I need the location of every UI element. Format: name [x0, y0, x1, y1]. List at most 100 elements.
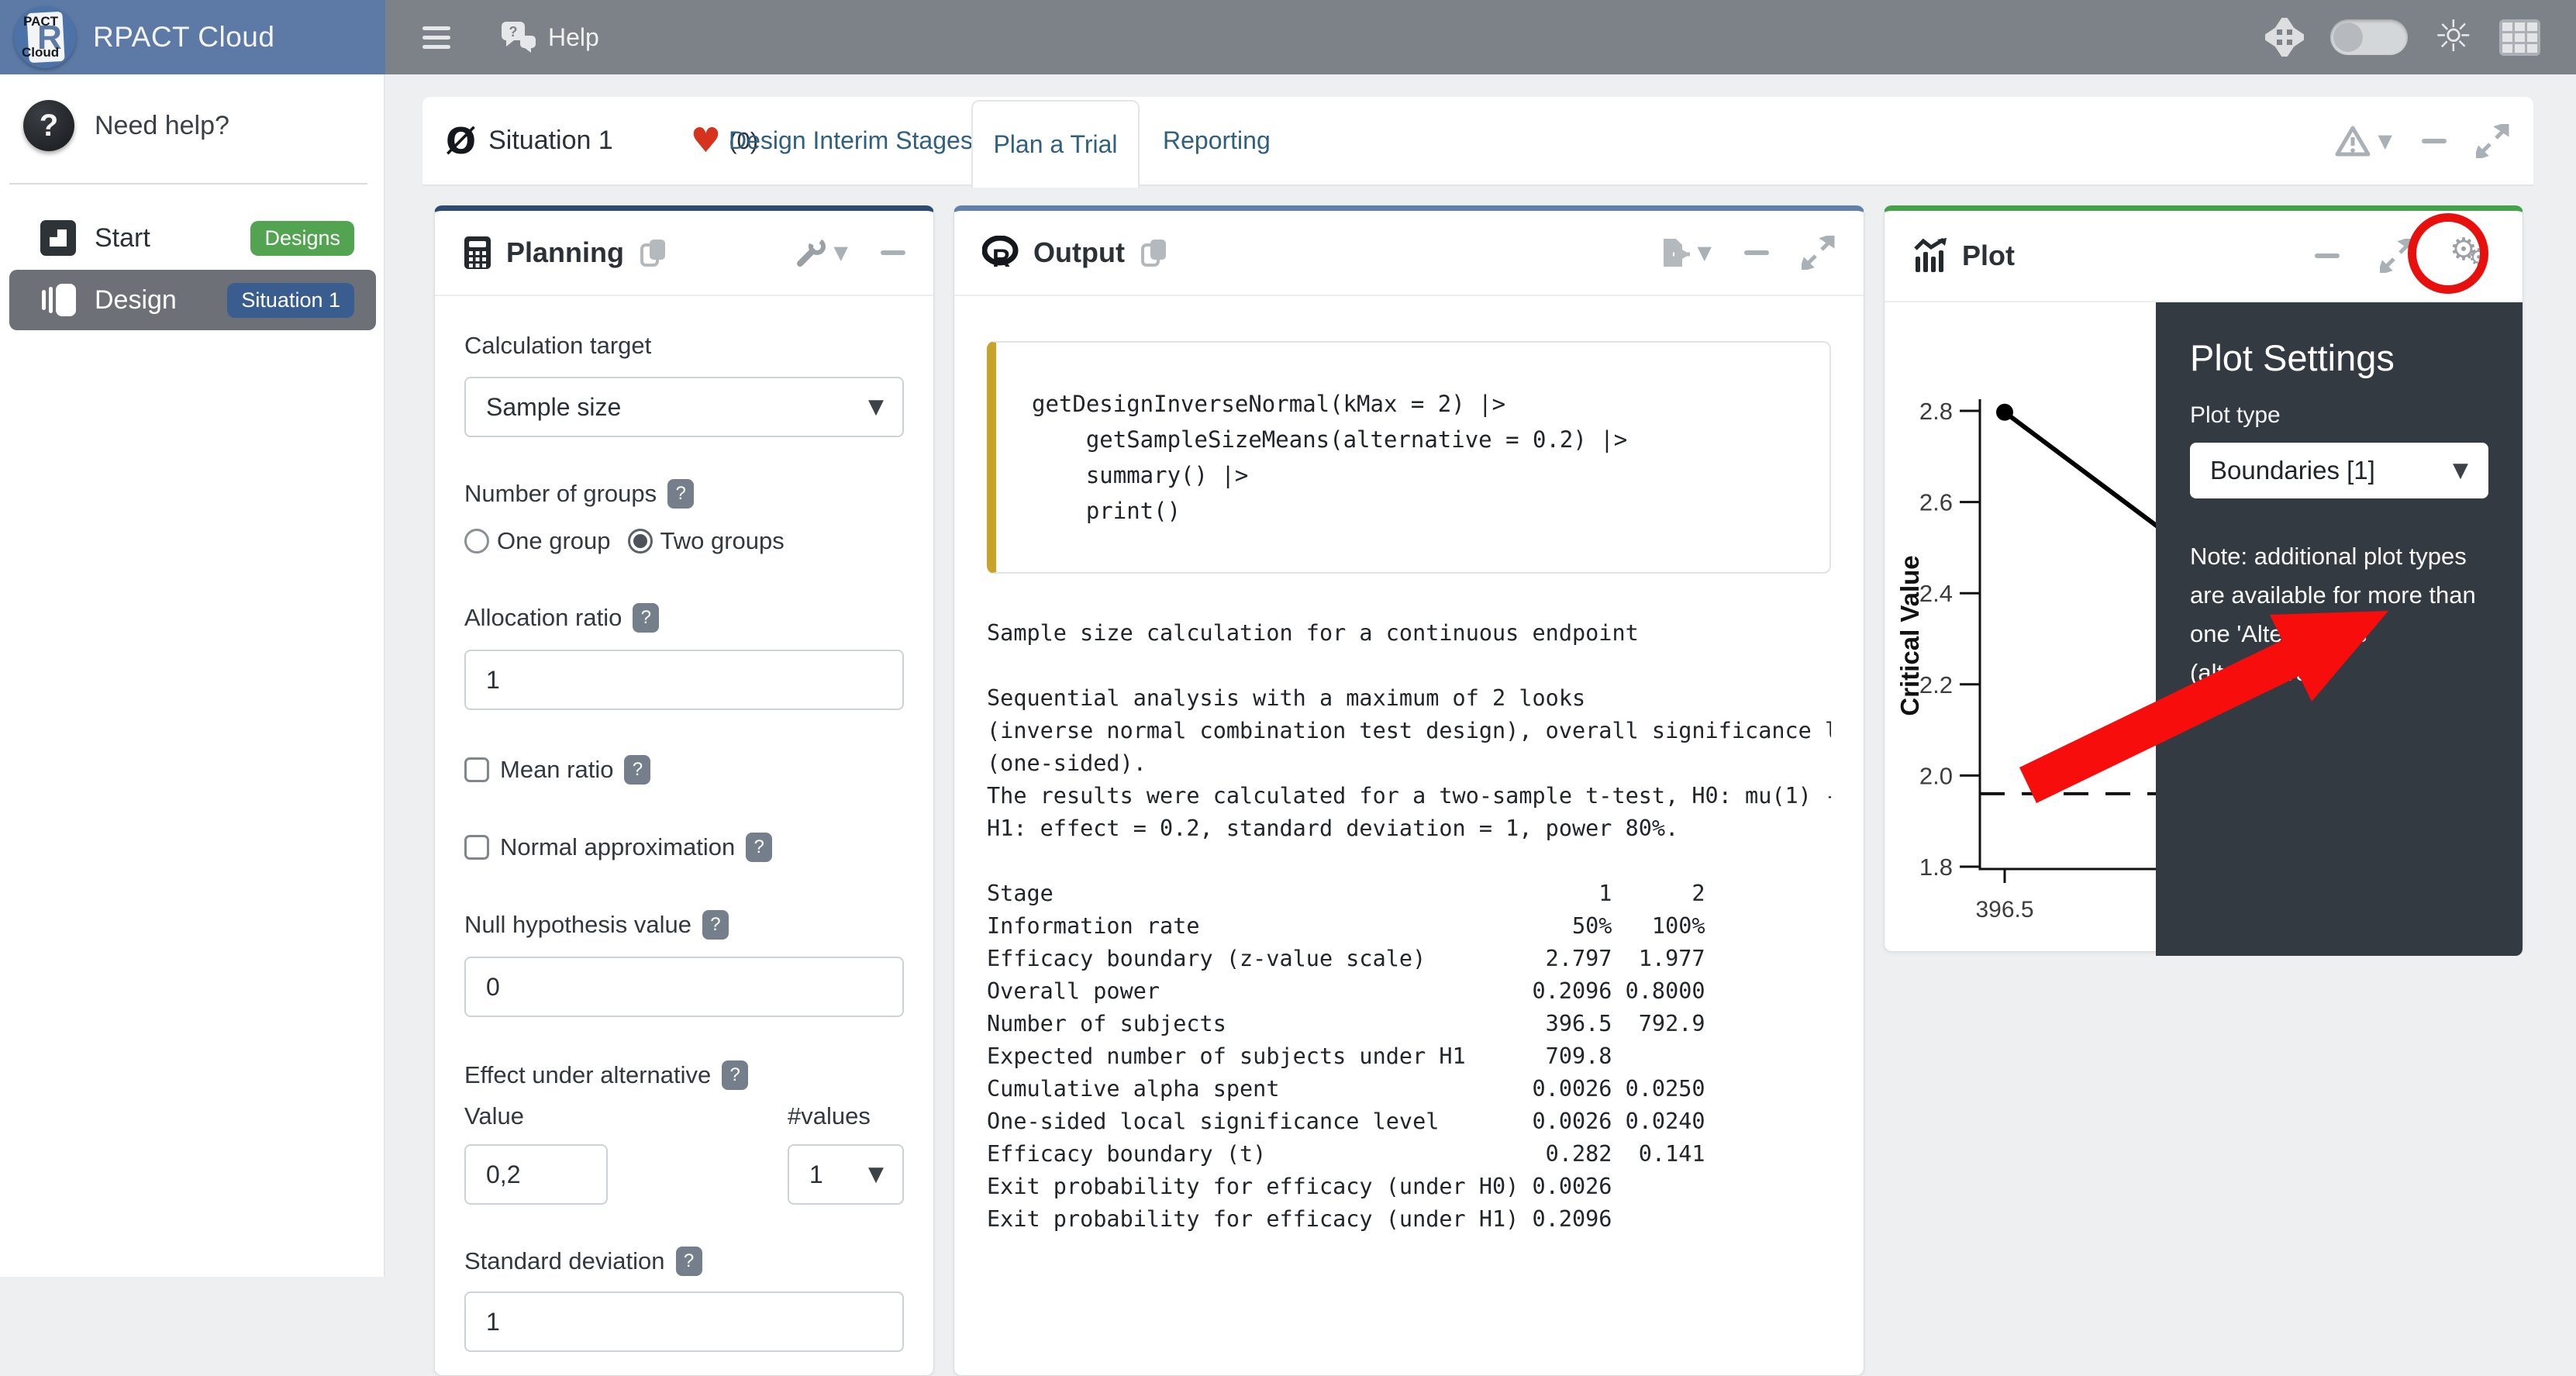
- standard-deviation-label: Standard deviation ?: [464, 1247, 904, 1276]
- sidebar-divider: [9, 183, 367, 185]
- svg-text:2.8: 2.8: [1919, 398, 1953, 425]
- help-button[interactable]: ? Help: [498, 19, 599, 56]
- planning-title: Planning: [506, 236, 624, 269]
- num-values-select[interactable]: 1 ▼: [788, 1144, 904, 1205]
- tab-plan-a-trial[interactable]: Plan a Trial: [971, 100, 1140, 188]
- hamburger-menu-icon[interactable]: [422, 21, 450, 54]
- plot-settings-title: Plot Settings: [2190, 336, 2488, 379]
- grid-layout-icon[interactable]: [2499, 19, 2540, 56]
- tools-dropdown[interactable]: ▼: [795, 237, 848, 268]
- warnings-dropdown[interactable]: ▼: [2335, 125, 2392, 157]
- allocation-ratio-input[interactable]: [464, 650, 904, 710]
- fullscreen-arrows-icon[interactable]: [2265, 18, 2304, 57]
- sidebar-item-start[interactable]: Start Designs: [9, 208, 376, 268]
- brightness-gear-icon[interactable]: ☼: [2434, 16, 2473, 59]
- help-badge[interactable]: ?: [633, 603, 659, 633]
- design-icon: [40, 282, 76, 318]
- null-hypothesis-label: Null hypothesis value ?: [464, 910, 904, 940]
- caret-down-icon: ▼: [1698, 242, 1712, 264]
- gear-icon: ⚙: [2468, 244, 2489, 271]
- plot-header: Plot ⚙ ⚙: [1885, 211, 2523, 302]
- calculator-icon: [463, 235, 492, 271]
- theme-toggle[interactable]: [2330, 19, 2408, 55]
- svg-text:2.6: 2.6: [1919, 489, 1953, 516]
- output-expand-button[interactable]: [1802, 236, 1836, 270]
- wrench-icon: [795, 237, 826, 268]
- sidebar-header: R PACT Cloud RPACT Cloud: [0, 0, 385, 74]
- standard-deviation-input[interactable]: [464, 1292, 904, 1352]
- plot-type-label: Plot type: [2190, 402, 2488, 429]
- svg-text:2.4: 2.4: [1919, 580, 1953, 607]
- plot-settings-note: Note: additional plot types are availabl…: [2190, 537, 2492, 692]
- plot-card: Plot ⚙ ⚙ 2.82.62.42.22.01.8396.5Critical…: [1884, 205, 2523, 952]
- heart-icon[interactable]: ♥: [691, 124, 721, 158]
- page: R PACT Cloud RPACT Cloud ? Need help? St…: [0, 0, 2576, 1277]
- designs-badge: Designs: [250, 221, 354, 256]
- mean-ratio-label: Mean ratio ?: [500, 755, 650, 785]
- plot-settings-button[interactable]: ⚙ ⚙: [2450, 236, 2495, 275]
- chevron-down-icon: ▼: [868, 1163, 884, 1186]
- output-title: Output: [1033, 236, 1125, 269]
- help-badge[interactable]: ?: [702, 910, 729, 940]
- planning-form: Calculation target Sample size ▼ Number …: [435, 332, 933, 1352]
- caret-down-icon: ▼: [834, 242, 848, 264]
- number-of-groups-label: Number of groups ?: [464, 479, 904, 509]
- calculation-target-select[interactable]: Sample size ▼: [464, 377, 904, 437]
- minimize-button[interactable]: [2422, 139, 2447, 143]
- help-badge[interactable]: ?: [722, 1060, 748, 1090]
- copy-icon[interactable]: [1140, 237, 1168, 268]
- file-export-icon: [1659, 236, 1690, 270]
- planning-minimize-button[interactable]: [881, 250, 905, 255]
- radio-two-groups-label: Two groups: [660, 527, 785, 555]
- tab-reporting[interactable]: Reporting: [1163, 97, 1271, 185]
- effect-value-input[interactable]: [464, 1144, 608, 1205]
- output-card: R Output ▼: [953, 205, 1864, 1376]
- svg-text:2.0: 2.0: [1919, 762, 1953, 789]
- svg-text:R: R: [992, 244, 1010, 270]
- output-header: R Output ▼: [954, 211, 1864, 296]
- help-badge[interactable]: ?: [624, 755, 650, 785]
- help-label: Help: [548, 23, 599, 52]
- svg-text:2.2: 2.2: [1919, 671, 1953, 698]
- sidebar-item-label: Start: [95, 223, 250, 253]
- plot-expand-button[interactable]: [2380, 239, 2414, 273]
- help-badge[interactable]: ?: [746, 833, 772, 862]
- radio-two-groups[interactable]: [628, 529, 653, 554]
- mean-ratio-checkbox[interactable]: [464, 757, 489, 782]
- rpact-logo-icon[interactable]: R PACT Cloud: [14, 6, 76, 68]
- plot-type-select[interactable]: Boundaries [1] ▼: [2190, 443, 2488, 498]
- question-circle-icon: ?: [23, 100, 74, 151]
- toggle-knob: [2333, 22, 2363, 52]
- copy-icon[interactable]: [640, 237, 667, 268]
- export-dropdown[interactable]: ▼: [1659, 236, 1712, 270]
- situation-title: Situation 1: [488, 126, 613, 156]
- planning-header: Planning ▼: [435, 211, 933, 296]
- radio-one-group[interactable]: [464, 529, 489, 554]
- code-block: getDesignInverseNormal(kMax = 2) |> getS…: [987, 341, 1831, 574]
- chevron-down-icon: ▼: [2453, 459, 2468, 482]
- normal-approximation-checkbox[interactable]: [464, 835, 489, 860]
- logo-text-bottom: Cloud: [22, 45, 59, 60]
- svg-text:1.8: 1.8: [1919, 854, 1953, 881]
- plot-minimize-button[interactable]: [2315, 253, 2340, 258]
- need-help-row[interactable]: ? Need help?: [0, 87, 385, 164]
- help-badge[interactable]: ?: [667, 479, 694, 509]
- calculation-target-label: Calculation target: [464, 332, 904, 360]
- planning-card: Planning ▼ Calculation target: [434, 205, 934, 1376]
- sidebar-item-design[interactable]: Design Situation 1: [9, 270, 376, 330]
- null-hypothesis-input[interactable]: [464, 957, 904, 1017]
- svg-text:Critical Value: Critical Value: [1895, 555, 1924, 716]
- situation-group: Ø Situation 1 ♥ (0): [446, 97, 758, 185]
- help-badge[interactable]: ?: [676, 1247, 702, 1276]
- effect-under-alternative-label: Effect under alternative ?: [464, 1060, 904, 1090]
- chart-icon: [1912, 238, 1948, 274]
- output-minimize-button[interactable]: [1744, 250, 1769, 255]
- normal-approximation-label: Normal approximation ?: [500, 833, 772, 862]
- start-icon: [40, 220, 76, 256]
- plot-settings-panel: Plot Settings Plot type Boundaries [1] ▼…: [2156, 302, 2523, 956]
- sidebar: R PACT Cloud RPACT Cloud ? Need help? St…: [0, 0, 385, 1277]
- chevron-down-icon: ▼: [868, 395, 884, 419]
- expand-button[interactable]: [2476, 124, 2510, 158]
- tab-design-interim-stages[interactable]: Design Interim Stages: [729, 97, 973, 185]
- help-bubbles-icon: ?: [498, 19, 539, 56]
